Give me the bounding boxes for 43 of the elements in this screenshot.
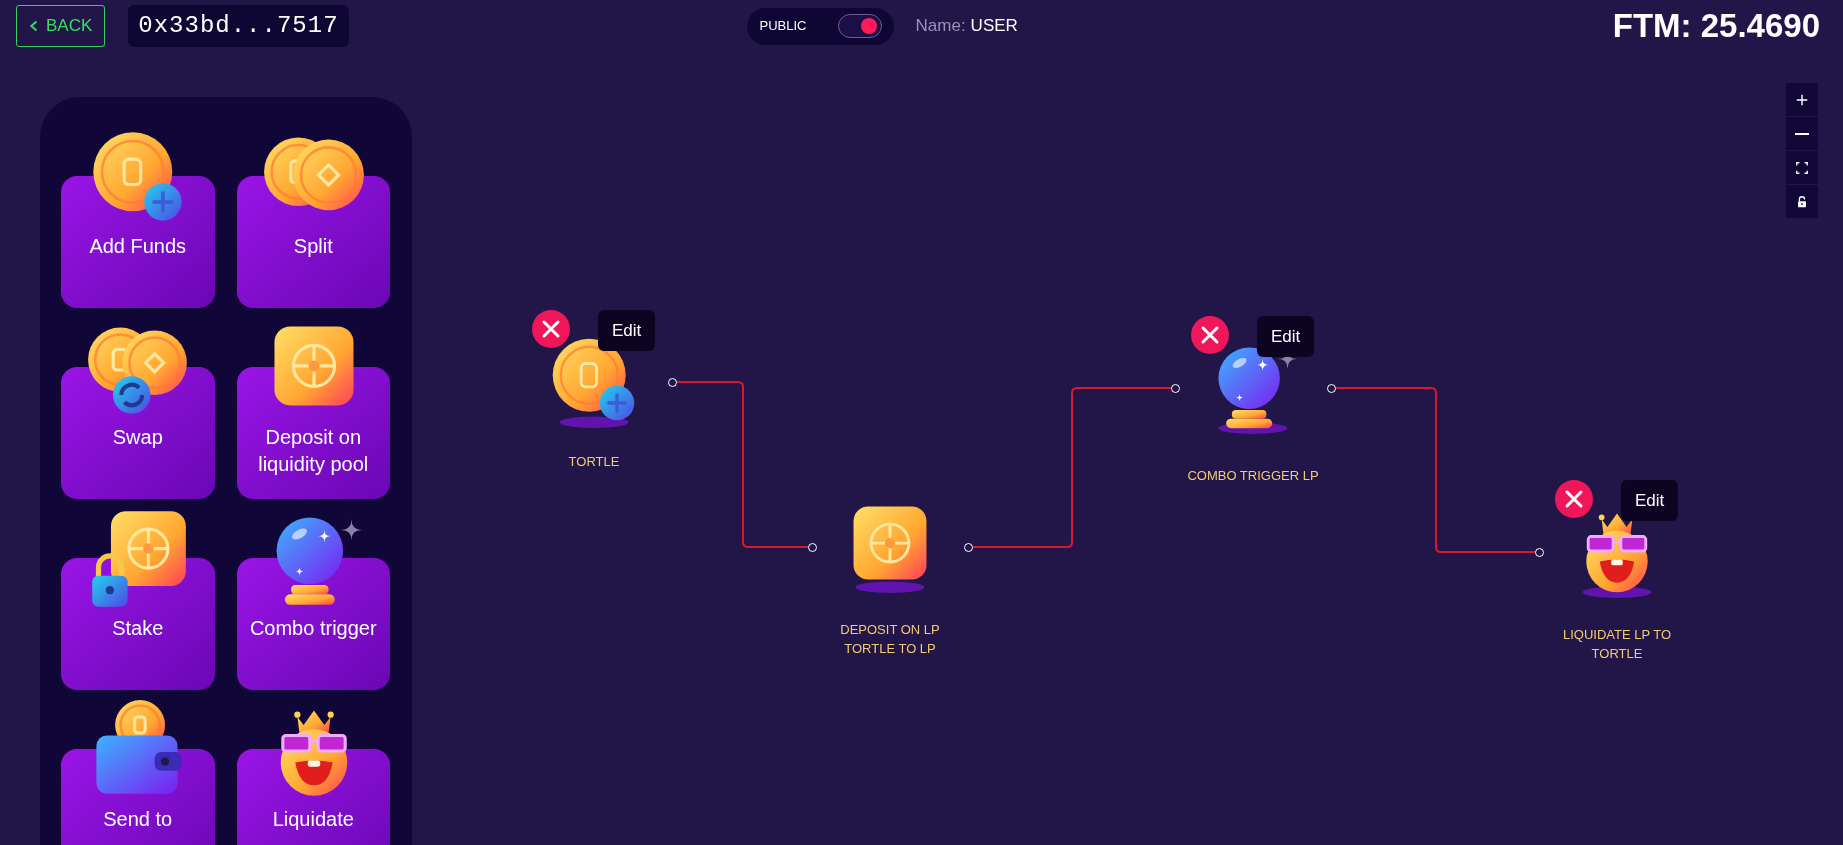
tool-card[interactable]: Deposit on liquidity pool <box>236 316 390 499</box>
node-label: LIQUIDATE LP TO TORTLE <box>1561 626 1673 663</box>
close-icon <box>1200 325 1220 345</box>
connection-handle[interactable] <box>668 378 677 387</box>
tool-card[interactable]: Split <box>236 125 390 308</box>
connection-handle[interactable] <box>1535 548 1544 557</box>
wallet-address: 0x33bd...7517 <box>128 5 349 47</box>
chevron-left-icon <box>29 19 38 33</box>
lock-button[interactable] <box>1786 185 1818 218</box>
remove-button[interactable] <box>1555 480 1593 518</box>
zoom-out-button[interactable] <box>1786 117 1818 150</box>
fit-view-button[interactable] <box>1786 151 1818 184</box>
padlock-icon <box>1795 194 1809 209</box>
balance: FTM: 25.4690 <box>1612 6 1820 47</box>
connection-handle[interactable] <box>808 543 817 552</box>
tool-card[interactable]: Combo trigger <box>236 507 390 690</box>
back-button[interactable]: BACK <box>16 5 106 47</box>
remove-button[interactable] <box>1191 316 1229 354</box>
connection-handle[interactable] <box>1171 384 1180 393</box>
visibility-toggle[interactable] <box>837 14 882 38</box>
tool-card[interactable]: Liquidate <box>236 698 390 845</box>
fullscreen-icon <box>1795 160 1809 175</box>
minus-icon <box>1795 132 1809 135</box>
tool-card[interactable]: Add Funds <box>61 125 215 308</box>
node-label: COMBO TRIGGER LP <box>1186 467 1320 485</box>
node-label: TORTLE <box>567 453 621 471</box>
edit-button[interactable]: Edit <box>598 310 656 351</box>
zoom-in-button[interactable] <box>1786 83 1818 116</box>
plus-icon <box>1795 92 1809 107</box>
edit-button[interactable]: Edit <box>1257 316 1315 357</box>
visibility-label: PUBLIC <box>759 17 807 36</box>
node-label: DEPOSIT ON LP TORTLE TO LP <box>839 621 941 658</box>
tool-card[interactable]: Send to <box>61 698 215 845</box>
remove-button[interactable] <box>532 310 570 348</box>
close-icon <box>1564 489 1584 509</box>
tool-card[interactable]: Stake <box>61 507 215 690</box>
edit-button[interactable]: Edit <box>1621 480 1679 521</box>
close-icon <box>541 319 561 339</box>
tool-card[interactable]: Swap <box>61 316 215 499</box>
connection-handle[interactable] <box>964 543 973 552</box>
user-name: USER <box>970 15 1018 38</box>
connection-handle[interactable] <box>1327 384 1336 393</box>
name-label: Name: <box>915 15 966 38</box>
